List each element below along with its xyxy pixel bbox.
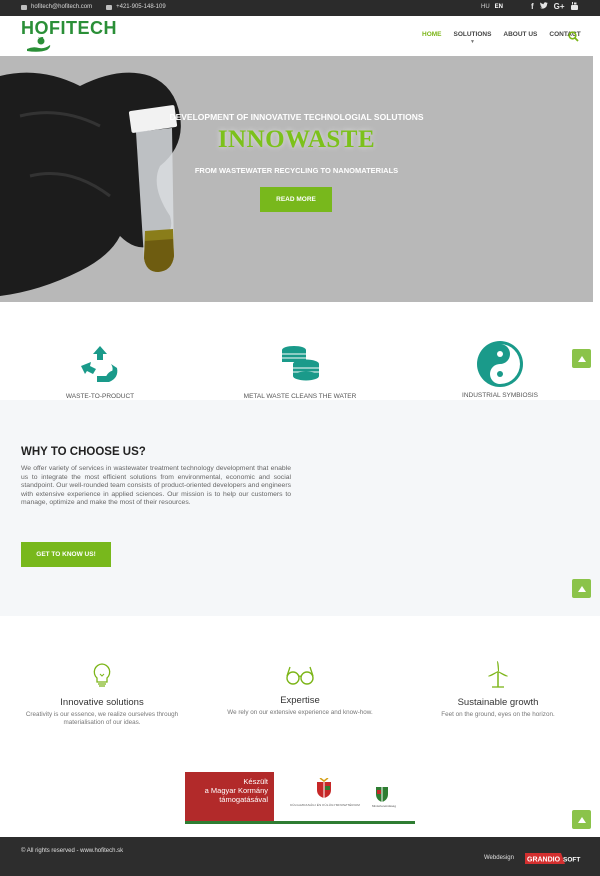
logo-text: HOFITECH	[21, 18, 117, 38]
pm-office-label: Miniszterelnökség	[371, 804, 396, 808]
gloved-hand-vial-image	[0, 72, 181, 297]
value-title: Expertise	[280, 695, 320, 706]
copyright: © All rights reserved - www.hofitech.sk	[21, 848, 124, 854]
lang-hu[interactable]: HU	[481, 4, 490, 10]
gov-support-text: Készült a Magyar Kormány támogatásával	[185, 772, 274, 821]
feature-label: METAL WASTE CLEANS THE WATER	[243, 393, 357, 400]
value-text: We rely on our extensive experience and …	[227, 709, 373, 716]
chevron-down-icon: ▼	[469, 39, 475, 45]
features-row: WASTE-TO-PRODUCT METAL WASTE CLEANS THE …	[0, 302, 600, 400]
contact-info: hofitech@hofitech.com +421-905-148-109	[21, 4, 166, 10]
webdesign-label: Webdesign	[484, 855, 514, 861]
value-title: Sustainable growth	[457, 697, 539, 708]
feature-industrial-symbiosis[interactable]: INDUSTRIAL SYMBIOSIS	[425, 340, 575, 399]
why-title: WHY TO CHOOSE US?	[21, 446, 146, 458]
lightbulb-icon	[93, 663, 111, 687]
youtube-icon[interactable]	[570, 2, 578, 12]
nav-solutions[interactable]: SOLUTIONS ▼	[454, 31, 492, 45]
scroll-top-button[interactable]	[572, 349, 591, 368]
value-innovative: Innovative solutions Creativity is our e…	[12, 662, 192, 727]
value-text: Creativity is our essence, we realize ou…	[25, 711, 179, 726]
gov-text-line: Készült	[243, 777, 268, 786]
main-nav: HOME SOLUTIONS ▼ ABOUT US CONTACT	[422, 31, 581, 45]
hero-subtitle: DEVELOPMENT OF INNOVATIVE TECHNOLOGIAL S…	[169, 112, 424, 122]
nav-solutions-label: SOLUTIONS	[453, 31, 492, 38]
yin-yang-icon	[477, 341, 523, 387]
coat-of-arms-icon	[376, 787, 388, 802]
read-more-button[interactable]: READ MORE	[260, 187, 332, 212]
glasses-icon	[286, 666, 314, 685]
hero-banner: DEVELOPMENT OF INNOVATIVE TECHNOLOGIAL S…	[0, 56, 593, 302]
contact-phone[interactable]: +421-905-148-109	[116, 4, 166, 10]
site-footer: © All rights reserved - www.hofitech.sk …	[0, 837, 600, 876]
nav-home[interactable]: HOME	[422, 31, 442, 45]
ministry-label: KÜLGAZDASÁGI ÉS KÜLÜGYMINISZTÉRIUM	[290, 803, 360, 807]
search-icon[interactable]	[568, 31, 579, 42]
envelope-icon	[21, 4, 27, 10]
lang-en[interactable]: EN	[495, 4, 503, 10]
logo[interactable]: HOFITECH	[21, 18, 121, 54]
coat-of-arms-icon	[317, 778, 331, 798]
svg-text:GRANDIO: GRANDIO	[527, 857, 561, 864]
contact-email[interactable]: hofitech@hofitech.com	[31, 4, 92, 10]
value-title: Innovative solutions	[60, 697, 144, 708]
value-sustainable: Sustainable growth Feet on the ground, e…	[408, 660, 588, 719]
hero-title: INNOWASTE	[217, 126, 376, 153]
hero-tagline: FROM WASTEWATER RECYCLING TO NANOMATERIA…	[194, 166, 399, 175]
why-section: WHY TO CHOOSE US? We offer variety of se…	[0, 400, 600, 616]
wind-turbine-icon	[488, 661, 508, 688]
hand-leaf-icon	[27, 37, 51, 52]
feature-label: INDUSTRIAL SYMBIOSIS	[462, 392, 538, 399]
google-plus-icon[interactable]: G+	[554, 2, 565, 12]
feature-label: WASTE-TO-PRODUCT	[65, 393, 135, 400]
value-expertise: Expertise We rely on our extensive exper…	[210, 664, 390, 717]
recycle-icon	[81, 346, 118, 382]
svg-text:SOFT: SOFT	[563, 857, 580, 864]
government-support-banner[interactable]: Készült a Magyar Kormány támogatásával K…	[185, 772, 415, 824]
grandio-soft-icon: GRANDIO SOFT	[525, 853, 580, 864]
get-to-know-us-button[interactable]: GET TO KNOW US!	[21, 542, 111, 567]
twitter-icon[interactable]	[539, 2, 548, 12]
grandio-soft-logo[interactable]: GRANDIO SOFT	[523, 852, 581, 864]
nav-about-us[interactable]: ABOUT US	[503, 31, 537, 45]
phone-icon	[106, 4, 113, 10]
coins-icon	[282, 346, 319, 381]
top-bar: hofitech@hofitech.com +421-905-148-109 H…	[0, 0, 600, 16]
gov-text-line: támogatásával	[219, 795, 268, 804]
social-links: f G+	[531, 2, 578, 12]
why-text: We offer variety of services in wastewat…	[21, 465, 291, 507]
scroll-top-button[interactable]	[572, 579, 591, 598]
value-text: Feet on the ground, eyes on the horizon.	[441, 711, 555, 718]
feature-metal-waste[interactable]: METAL WASTE CLEANS THE WATER	[225, 344, 375, 400]
facebook-icon[interactable]: f	[531, 2, 534, 12]
language-switcher: HU EN	[481, 4, 503, 10]
feature-waste-to-product[interactable]: WASTE-TO-PRODUCT	[25, 344, 175, 400]
scroll-top-button[interactable]	[572, 810, 591, 829]
gov-text-line: a Magyar Kormány	[204, 786, 268, 795]
values-section: Innovative solutions Creativity is our e…	[0, 616, 600, 766]
site-header: HOFITECH HOME SOLUTIONS ▼ ABOUT US CONTA…	[0, 16, 600, 56]
